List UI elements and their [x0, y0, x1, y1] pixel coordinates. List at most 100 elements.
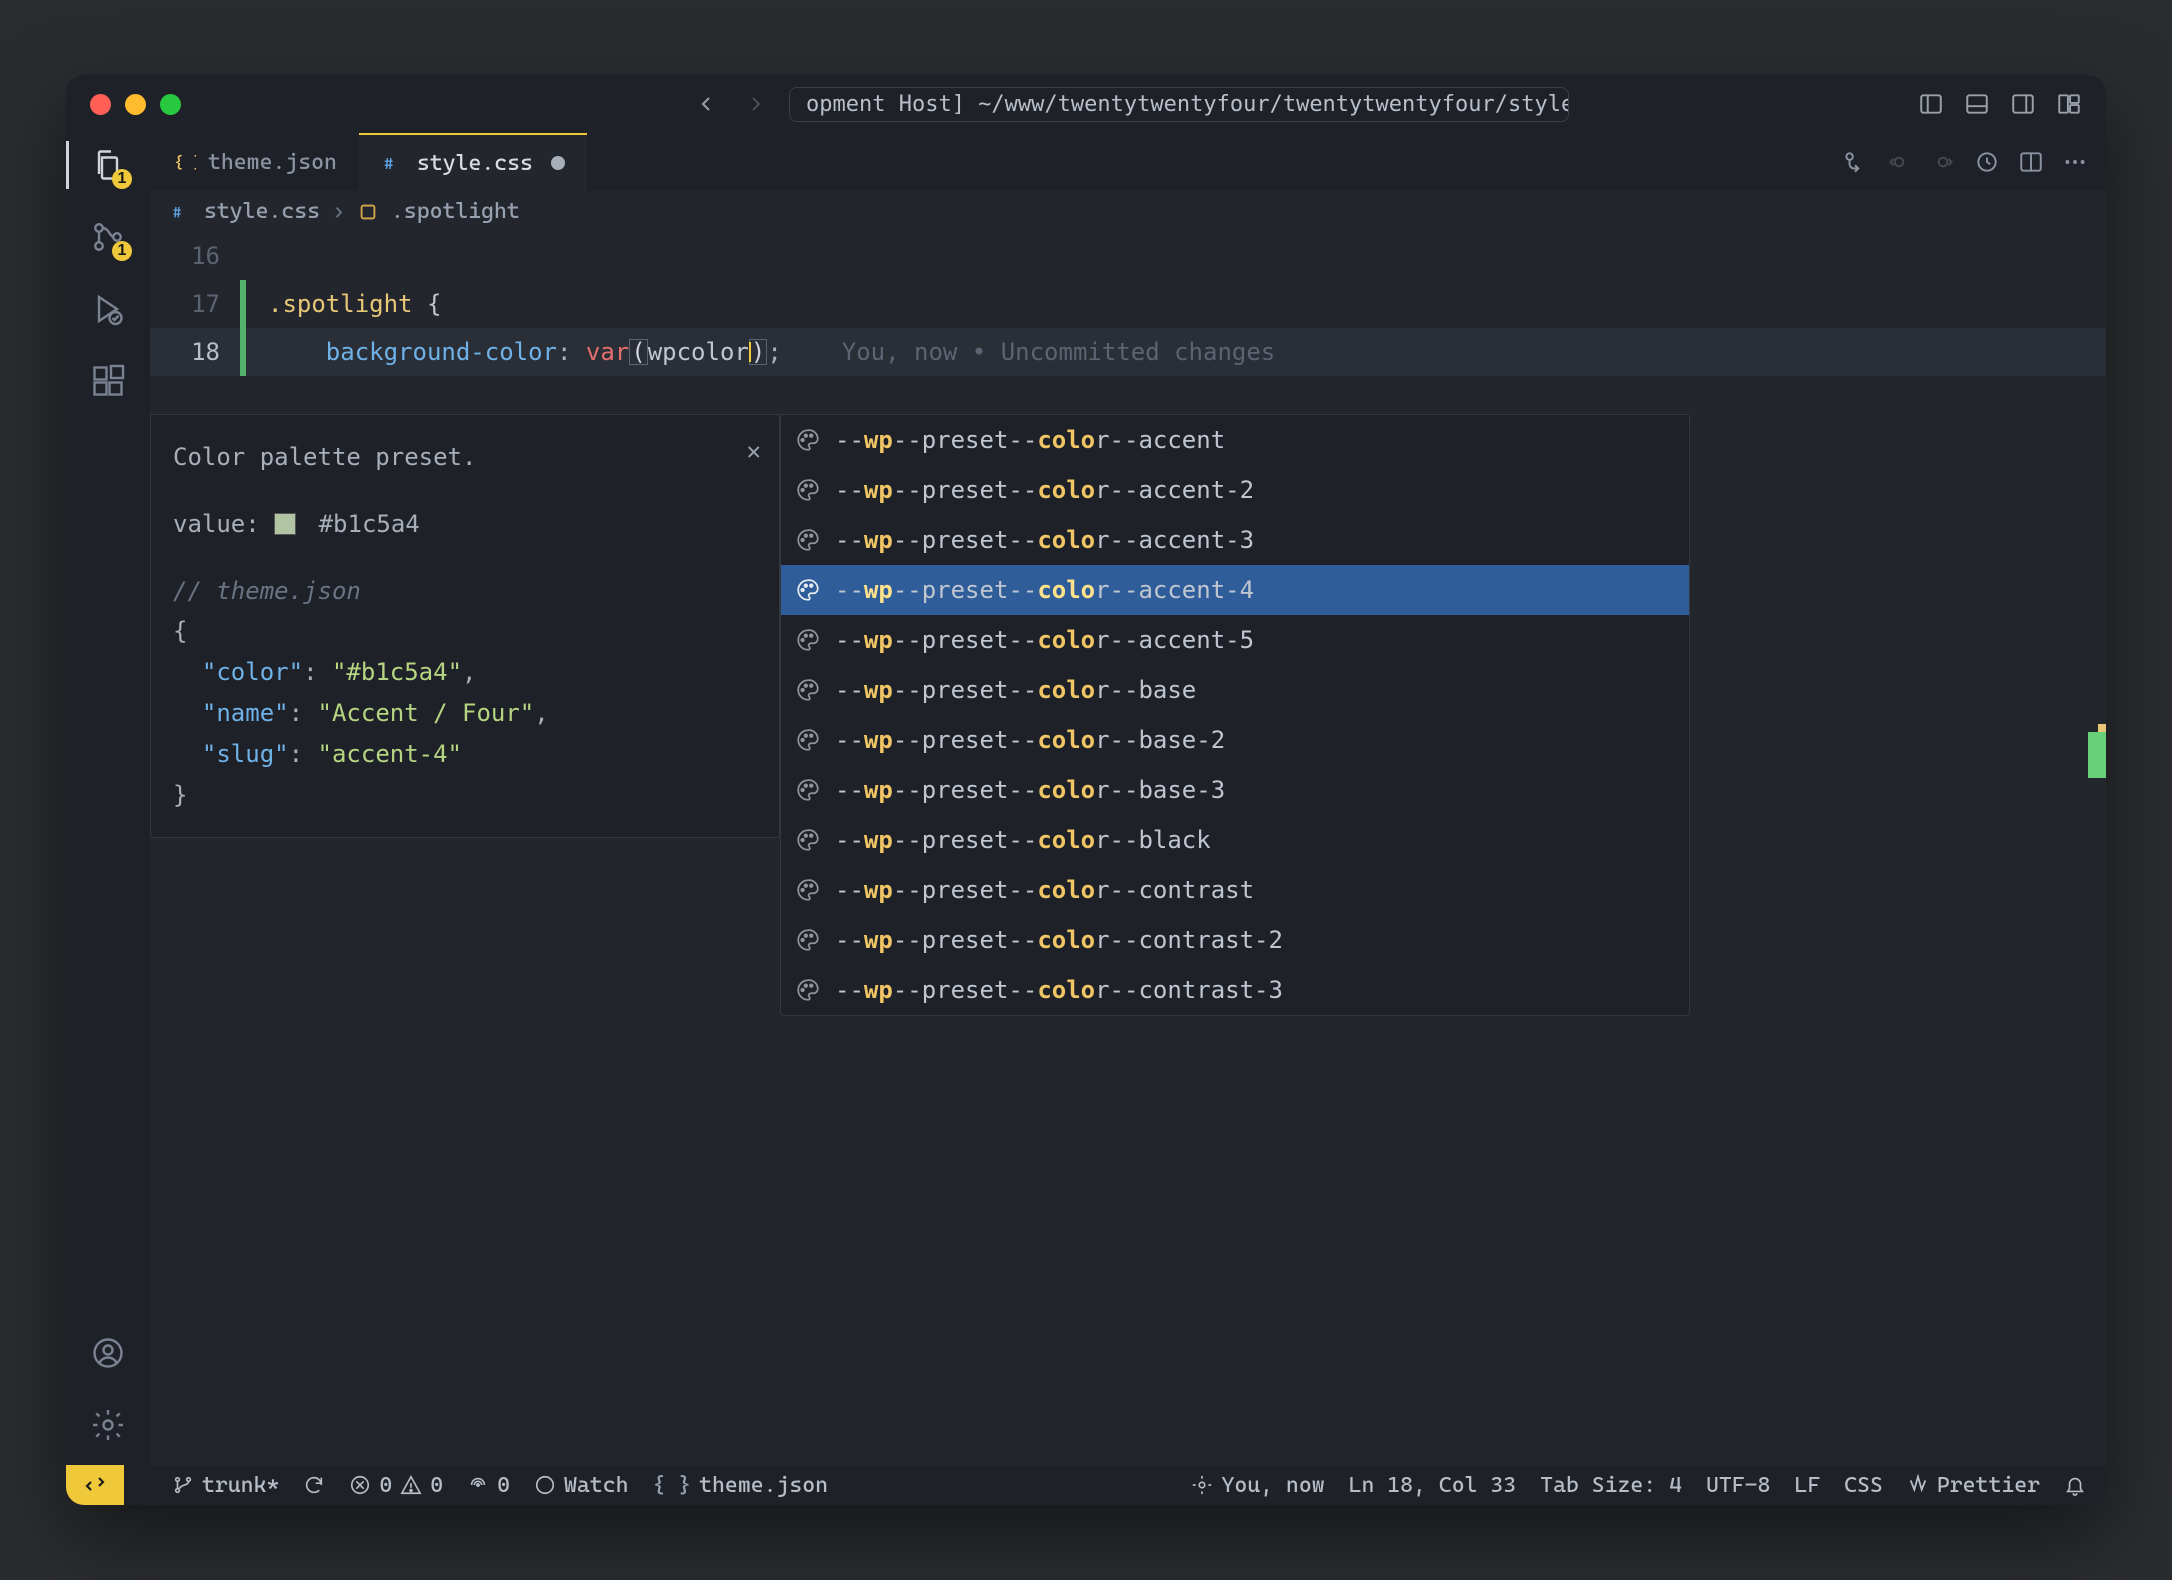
hover-doc-popup: ✕ Color palette preset. value: #b1c5a4 /…	[150, 414, 780, 838]
css-file-icon: #	[381, 151, 405, 175]
status-branch[interactable]: trunk*	[172, 1473, 279, 1498]
editor-column: { } theme.json # style.css	[150, 133, 2106, 1465]
activity-extensions[interactable]	[86, 359, 130, 403]
suggest-item[interactable]: --wp--preset--color--base	[781, 665, 1689, 715]
tabs: { } theme.json # style.css	[150, 133, 2106, 191]
activity-accounts[interactable]	[86, 1331, 130, 1375]
color-palette-icon	[795, 527, 821, 553]
layout-customize-icon[interactable]	[2056, 91, 2082, 117]
git-compare-icon[interactable]	[1842, 149, 1868, 175]
color-palette-icon	[795, 777, 821, 803]
split-editor-icon[interactable]	[2018, 149, 2044, 175]
activity-run-debug[interactable]	[86, 287, 130, 331]
color-palette-icon	[795, 827, 821, 853]
status-problems[interactable]: 0 0	[349, 1473, 443, 1498]
status-schema[interactable]: { } theme.json	[652, 1473, 828, 1498]
tab-label: theme.json	[208, 150, 337, 175]
symbol-class-icon	[357, 201, 379, 223]
status-bell[interactable]	[2064, 1474, 2086, 1496]
suggest-widget[interactable]: --wp--preset--color--accent--wp--preset-…	[780, 414, 1690, 1016]
more-actions-icon[interactable]	[2062, 149, 2088, 175]
color-palette-icon	[795, 577, 821, 603]
status-formatter[interactable]: Prettier	[1907, 1473, 2040, 1498]
breadcrumb-file: style.css	[204, 199, 320, 224]
minimap[interactable]	[2078, 232, 2106, 1465]
titlebar-right	[1918, 91, 2082, 117]
tab-modified-dot-icon	[551, 156, 565, 170]
activity-scm[interactable]: 1	[86, 215, 130, 259]
command-center[interactable]: opment Host] ~/www/twentytwentyfour/twen…	[789, 87, 1569, 122]
color-palette-icon	[795, 727, 821, 753]
chevron-right-icon: ›	[332, 199, 345, 224]
suggest-item[interactable]: --wp--preset--color--accent	[781, 415, 1689, 465]
tab-style-css[interactable]: # style.css	[359, 133, 587, 191]
suggest-item[interactable]: --wp--preset--color--accent-5	[781, 615, 1689, 665]
suggest-item[interactable]: --wp--preset--color--contrast-2	[781, 915, 1689, 965]
activity-settings[interactable]	[86, 1403, 130, 1447]
scm-badge: 1	[112, 241, 132, 261]
status-tabsize[interactable]: Tab Size: 4	[1540, 1473, 1682, 1498]
nav-arrows	[695, 92, 767, 116]
minimize-window-button[interactable]	[125, 94, 146, 115]
editor[interactable]: 16 17 .spotlight { 18 background-color: …	[150, 232, 2106, 1465]
layout-sidebar-left-icon[interactable]	[1918, 91, 1944, 117]
status-lang[interactable]: CSS	[1844, 1473, 1883, 1498]
suggest-item[interactable]: --wp--preset--color--base-2	[781, 715, 1689, 765]
titlebar: opment Host] ~/www/twentytwentyfour/twen…	[66, 75, 2106, 133]
breadcrumb-symbol: .spotlight	[391, 199, 520, 224]
git-blame-annotation: You, now • Uncommitted changes	[842, 338, 1275, 366]
status-eol[interactable]: LF	[1794, 1473, 1820, 1498]
color-palette-icon	[795, 877, 821, 903]
suggest-item[interactable]: --wp--preset--color--contrast	[781, 865, 1689, 915]
line-number: 16	[150, 242, 240, 270]
suggest-item[interactable]: --wp--preset--color--base-3	[781, 765, 1689, 815]
suggest-item[interactable]: --wp--preset--color--accent-4	[781, 565, 1689, 615]
suggest-item[interactable]: --wp--preset--color--black	[781, 815, 1689, 865]
close-icon[interactable]: ✕	[747, 431, 761, 472]
suggest-item[interactable]: --wp--preset--color--accent-3	[781, 515, 1689, 565]
prev-change-icon[interactable]	[1886, 149, 1912, 175]
close-window-button[interactable]	[90, 94, 111, 115]
status-ports[interactable]: 0	[467, 1473, 510, 1498]
remote-indicator[interactable]	[66, 1465, 124, 1505]
line-number: 18	[150, 338, 240, 366]
code-line-18: 18 background-color: var(wpcolor);You, n…	[150, 328, 2106, 376]
hover-value: value: #b1c5a4	[173, 504, 757, 545]
forward-icon[interactable]	[743, 92, 767, 116]
main: 1 1 { }	[66, 133, 2106, 1465]
tab-label: style.css	[417, 151, 533, 176]
explorer-badge: 1	[112, 169, 132, 189]
activity-explorer[interactable]: 1	[86, 143, 130, 187]
tab-theme-json[interactable]: { } theme.json	[150, 133, 359, 191]
status-encoding[interactable]: UTF-8	[1706, 1473, 1770, 1498]
color-palette-icon	[795, 977, 821, 1003]
status-watch[interactable]: Watch	[534, 1473, 628, 1498]
css-file-icon: #	[170, 201, 192, 223]
suggest-item[interactable]: --wp--preset--color--contrast-3	[781, 965, 1689, 1015]
json-file-icon: { }	[172, 150, 196, 174]
editor-actions	[1842, 149, 2106, 175]
color-palette-icon	[795, 627, 821, 653]
status-sync[interactable]	[303, 1474, 325, 1496]
suggest-item[interactable]: --wp--preset--color--accent-2	[781, 465, 1689, 515]
hover-code-comment: // theme.json	[173, 571, 757, 612]
layout-panel-bottom-icon[interactable]	[1964, 91, 1990, 117]
color-palette-icon	[795, 477, 821, 503]
zoom-window-button[interactable]	[160, 94, 181, 115]
svg-text:#: #	[384, 154, 393, 173]
activity-bar: 1 1	[66, 133, 150, 1465]
line-number: 17	[150, 290, 240, 318]
status-position[interactable]: Ln 18, Col 33	[1349, 1473, 1517, 1498]
color-palette-icon	[795, 427, 821, 453]
status-blame[interactable]: You, now	[1191, 1473, 1324, 1498]
revert-icon[interactable]	[1974, 149, 2000, 175]
svg-text:{ }: { }	[174, 153, 196, 172]
svg-text:#: #	[173, 204, 182, 221]
code-line-16: 16	[150, 232, 2106, 280]
code-line-17: 17 .spotlight {	[150, 280, 2106, 328]
next-change-icon[interactable]	[1930, 149, 1956, 175]
hover-title: Color palette preset.	[173, 437, 757, 478]
layout-sidebar-right-icon[interactable]	[2010, 91, 2036, 117]
back-icon[interactable]	[695, 92, 719, 116]
breadcrumb[interactable]: # style.css › .spotlight	[150, 191, 2106, 232]
